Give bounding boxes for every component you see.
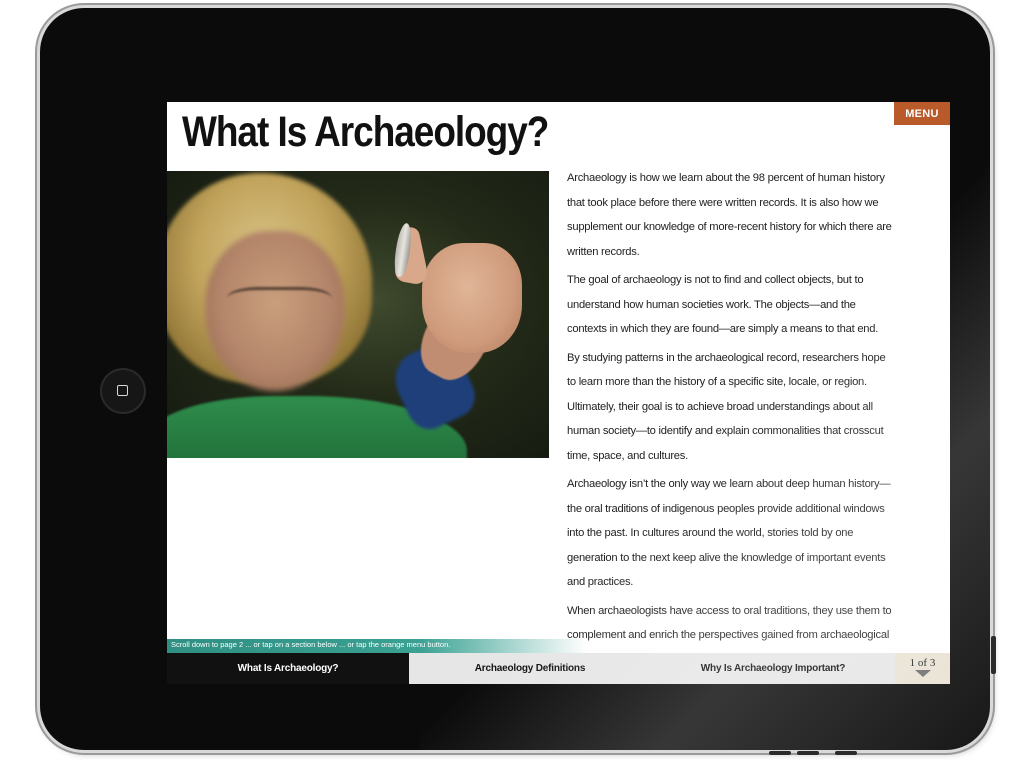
article-body: Archaeology is how we learn about the 98… — [567, 166, 897, 684]
page-count: 1 of 3 — [909, 657, 936, 669]
tab-archaeology-definitions[interactable]: Archaeology Definitions — [409, 653, 651, 684]
app-screen: What Is Archaeology? MENU Archaeology is… — [167, 102, 950, 684]
side-button-3 — [835, 751, 857, 755]
photo-hand — [422, 243, 522, 353]
article-paragraph: By studying patterns in the archaeologic… — [567, 351, 886, 462]
volume-button — [991, 636, 996, 674]
hero-image — [167, 171, 549, 458]
tablet-frame: What Is Archaeology? MENU Archaeology is… — [40, 8, 990, 750]
scroll-hint-text: Scroll down to page 2 ... or tap on a se… — [171, 640, 451, 649]
home-square-icon — [117, 385, 128, 396]
tab-why-archaeology-important[interactable]: Why Is Archaeology Important? — [651, 653, 895, 684]
down-triangle-icon[interactable] — [914, 670, 931, 677]
page-title: What Is Archaeology? — [182, 108, 549, 156]
side-button-1 — [769, 751, 791, 755]
article-paragraph: The goal of archaeology is not to find a… — [567, 274, 879, 335]
home-button[interactable] — [100, 368, 146, 414]
photo-glasses — [227, 287, 332, 324]
page-indicator: 1 of 3 — [895, 653, 950, 684]
side-button-2 — [797, 751, 819, 755]
article-paragraph: Archaeology isn’t the only way we learn … — [567, 478, 891, 588]
tab-what-is-archaeology[interactable]: What Is Archaeology? — [167, 653, 409, 684]
section-tabs: What Is Archaeology? Archaeology Definit… — [167, 653, 950, 684]
article-paragraph: Archaeology is how we learn about the 98… — [567, 172, 892, 258]
scroll-hint-bar: Scroll down to page 2 ... or tap on a se… — [167, 639, 587, 653]
menu-button[interactable]: MENU — [894, 102, 950, 125]
